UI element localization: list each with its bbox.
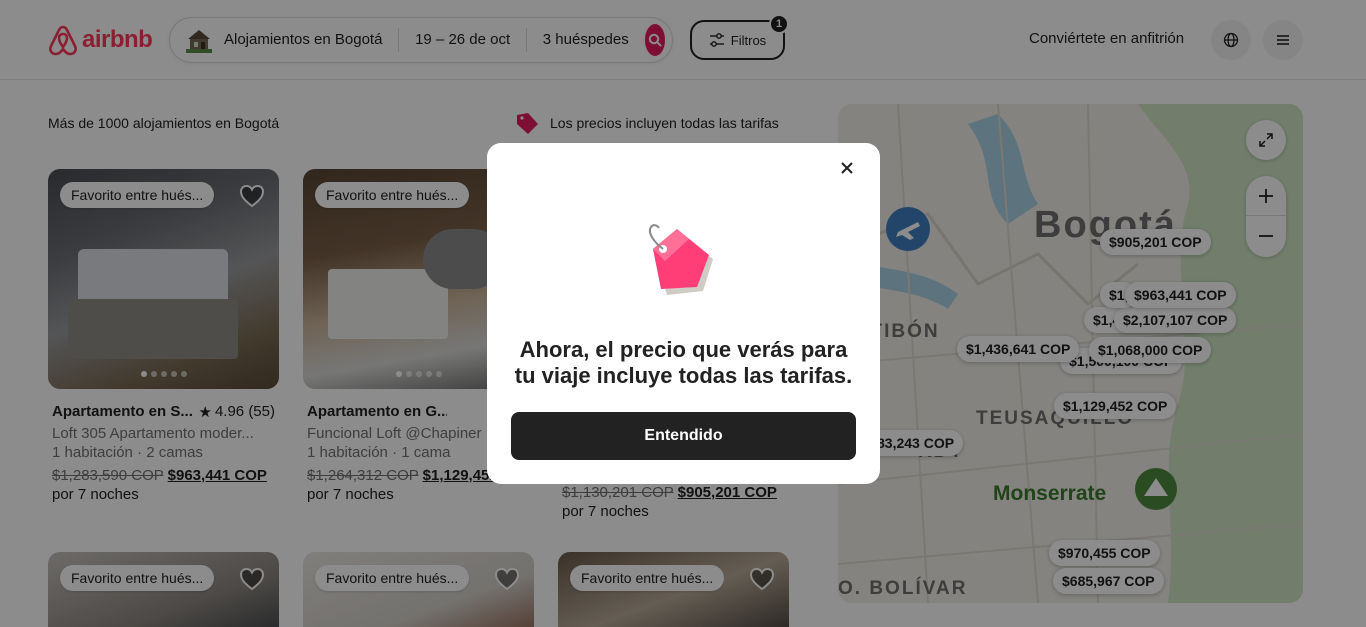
- understood-button[interactable]: Entendido: [511, 412, 856, 460]
- modal-title: Ahora, el precio que verás para tu viaje…: [514, 337, 853, 388]
- close-button[interactable]: [836, 157, 858, 179]
- price-tag-illustration-icon: [649, 224, 713, 295]
- close-icon: [841, 162, 853, 174]
- price-info-modal: Ahora, el precio que verás para tu viaje…: [487, 143, 880, 484]
